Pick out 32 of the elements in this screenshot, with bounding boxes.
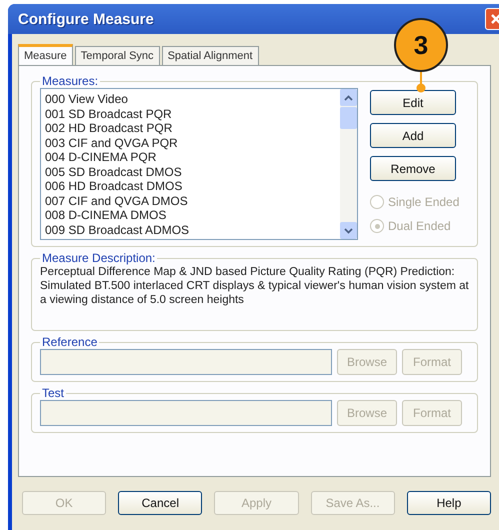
scroll-thumb[interactable]	[340, 107, 357, 129]
radio-label: Single Ended	[388, 195, 460, 209]
radio-label: Dual Ended	[388, 219, 451, 233]
group-label: Reference	[41, 335, 98, 349]
list-item[interactable]: 004 D-CINEMA PQR	[45, 150, 336, 164]
list-item[interactable]: 003 CIF and QVGA PQR	[45, 136, 336, 150]
scroll-up-button[interactable]	[340, 89, 357, 106]
list-item[interactable]: 008 D-CINEMA DMOS	[45, 208, 336, 222]
group-label: Measure Description:	[41, 251, 156, 265]
list-item[interactable]: 002 HD Broadcast PQR	[45, 121, 336, 136]
tab[interactable]: Spatial Alignment	[162, 46, 259, 65]
group-label: Measures:	[41, 74, 100, 88]
scrollbar[interactable]	[340, 89, 357, 239]
window-title: Configure Measure	[18, 10, 154, 28]
list-item[interactable]: 005 SD Broadcast DMOS	[45, 164, 336, 179]
push-button[interactable]: Add	[370, 123, 456, 148]
close-icon	[490, 13, 499, 25]
push-button[interactable]: Cancel	[118, 491, 202, 515]
list-item[interactable]: 006 HD Broadcast DMOS	[45, 179, 336, 194]
push-button[interactable]: Remove	[370, 156, 456, 181]
list-item[interactable]: 001 SD Broadcast PQR	[45, 106, 336, 121]
group-label: Test	[41, 386, 66, 400]
leader-line	[416, 72, 426, 94]
scroll-down-button[interactable]	[340, 222, 357, 239]
description-text: Perceptual Difference Map & JND based Picture Quality Rating (PQR) Prediction: Simulated BT.500 interlaced CRT displays & typical viewer's human vision system at a viewing distance of 5.0 screen heights	[40, 265, 469, 307]
push-button[interactable]: Help	[406, 491, 492, 515]
list-item[interactable]: 007 CIF and QVGA DMOS	[45, 194, 336, 208]
tab[interactable]: Temporal Sync	[74, 46, 160, 65]
list-item[interactable]: 009 SD Broadcast ADMOS	[45, 222, 336, 237]
list-item[interactable]: 000 View Video	[45, 92, 336, 106]
tab[interactable]: Measure	[18, 44, 73, 65]
push-button[interactable]: Edit	[370, 90, 456, 115]
